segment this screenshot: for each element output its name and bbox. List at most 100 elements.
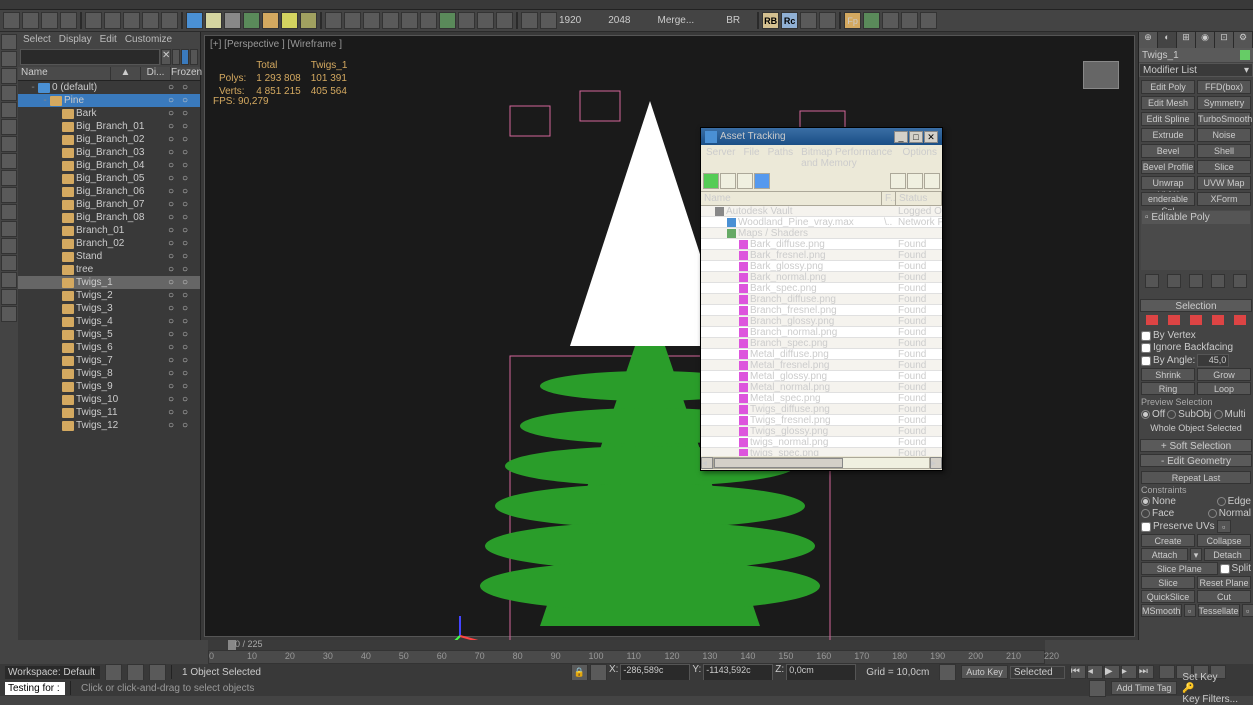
tree-row[interactable]: Big_Branch_06 ○○ xyxy=(18,185,200,198)
time-ruler[interactable]: 0102030405060708090100110120130140150160… xyxy=(208,650,1045,664)
asset-row[interactable]: Metal_spec.png Found xyxy=(701,393,942,404)
tree-row[interactable]: Twigs_6 ○○ xyxy=(18,341,200,354)
modifier-btn[interactable]: Symmetry xyxy=(1197,96,1251,110)
tree-row[interactable]: - Pine ○○ xyxy=(18,94,200,107)
asset-row[interactable]: Twigs_fresnel.png Found xyxy=(701,415,942,426)
viewport-label[interactable]: [+] [Perspective ] [Wireframe ] xyxy=(210,39,342,50)
asset-row[interactable]: Branch_diffuse.png Found xyxy=(701,294,942,305)
tree-row[interactable]: Big_Branch_01 ○○ xyxy=(18,120,200,133)
filter-clear[interactable]: ✕ xyxy=(161,49,171,65)
asset-row[interactable]: Branch_glossy.png Found xyxy=(701,316,942,327)
modify-tab[interactable]: ◐ xyxy=(1158,32,1177,48)
merge-btn[interactable]: Merge... xyxy=(658,15,695,26)
asset-row[interactable]: Branch_normal.png Found xyxy=(701,327,942,338)
close-btn[interactable]: ✕ xyxy=(924,131,938,143)
modifier-btn[interactable]: UVW Map xyxy=(1197,176,1251,190)
modifier-btn[interactable]: Bevel xyxy=(1141,144,1195,158)
asset-row[interactable]: Twigs_diffuse.png Found xyxy=(701,404,942,415)
modifier-btn[interactable]: Shell xyxy=(1197,144,1251,158)
tree-row[interactable]: Stand ○○ xyxy=(18,250,200,263)
asset-row[interactable]: Branch_spec.png Found xyxy=(701,338,942,349)
asset-row[interactable]: Metal_normal.png Found xyxy=(701,382,942,393)
asset-row[interactable]: Metal_glossy.png Found xyxy=(701,371,942,382)
modifier-btn[interactable]: Edit Mesh xyxy=(1141,96,1195,110)
tree-row[interactable]: Twigs_12 ○○ xyxy=(18,419,200,432)
asset-row[interactable]: Metal_diffuse.png Found xyxy=(701,349,942,360)
asset-row[interactable]: Autodesk Vault Logged Out xyxy=(701,206,942,217)
modifier-btn[interactable]: Noise xyxy=(1197,128,1251,142)
workspace-dd[interactable]: Workspace: Default xyxy=(5,666,100,679)
asset-menu-item[interactable]: Options xyxy=(903,147,937,169)
tree-row[interactable]: tree ○○ xyxy=(18,263,200,276)
time-slider[interactable] xyxy=(208,640,1045,650)
tree-row[interactable]: - 0 (default) ○○ xyxy=(18,81,200,94)
filter-input[interactable] xyxy=(20,49,160,65)
asset-row[interactable]: Twigs_glossy.png Found xyxy=(701,426,942,437)
autokey-btn[interactable]: Auto Key xyxy=(961,665,1008,679)
asset-row[interactable]: Bark_glossy.png Found xyxy=(701,261,942,272)
modifier-btn[interactable]: enderable Spl xyxy=(1141,192,1195,206)
asset-row[interactable]: Woodland_Pine_vray.max \..Network Path xyxy=(701,217,942,228)
tree-row[interactable]: Twigs_5 ○○ xyxy=(18,328,200,341)
tree-row[interactable]: Twigs_10 ○○ xyxy=(18,393,200,406)
tree-row[interactable]: Twigs_7 ○○ xyxy=(18,354,200,367)
modifier-btn[interactable]: Slice xyxy=(1197,160,1251,174)
modifier-btn[interactable]: XForm xyxy=(1197,192,1251,206)
asset-row[interactable]: Metal_fresnel.png Found xyxy=(701,360,942,371)
asset-row[interactable]: Bark_spec.png Found xyxy=(701,283,942,294)
play-btn[interactable]: ▶ xyxy=(1104,665,1120,679)
tree-row[interactable]: Big_Branch_08 ○○ xyxy=(18,211,200,224)
color-swatch[interactable] xyxy=(1240,50,1250,60)
asset-row[interactable]: Bark_diffuse.png Found xyxy=(701,239,942,250)
tree-row[interactable]: Big_Branch_07 ○○ xyxy=(18,198,200,211)
maxscript-input[interactable]: Testing for : xyxy=(5,682,65,695)
tree-row[interactable]: Twigs_9 ○○ xyxy=(18,380,200,393)
asset-row[interactable]: twigs_normal.png Found xyxy=(701,437,942,448)
modifier-btn[interactable]: Extrude xyxy=(1141,128,1195,142)
modifier-btn[interactable]: Bevel Profile xyxy=(1141,160,1195,174)
time-tag[interactable]: Add Time Tag xyxy=(1111,681,1178,695)
tree-row[interactable]: Twigs_1 ○○ xyxy=(18,276,200,289)
tree-row[interactable]: Branch_02 ○○ xyxy=(18,237,200,250)
maximize-btn[interactable]: □ xyxy=(909,131,923,143)
lock-icon[interactable]: 🔒 xyxy=(571,664,588,681)
setkey-btn[interactable]: Set Key xyxy=(1182,672,1238,683)
viewcube[interactable] xyxy=(1083,61,1119,89)
tree-row[interactable]: Twigs_2 ○○ xyxy=(18,289,200,302)
tree-row[interactable]: Big_Branch_04 ○○ xyxy=(18,159,200,172)
window-titlebar[interactable]: Asset Tracking _□✕ xyxy=(701,128,942,145)
modifier-btn[interactable]: TurboSmooth xyxy=(1197,112,1251,126)
menu-edit[interactable]: Edit xyxy=(100,34,117,45)
asset-menu-item[interactable]: Paths xyxy=(768,147,794,169)
menu-select[interactable]: Select xyxy=(23,34,51,45)
asset-row[interactable]: Bark_normal.png Found xyxy=(701,272,942,283)
tree-row[interactable]: Twigs_11 ○○ xyxy=(18,406,200,419)
play-start[interactable]: ⏮ xyxy=(1070,665,1086,679)
tool-btn[interactable] xyxy=(3,12,20,29)
menu-customize[interactable]: Customize xyxy=(125,34,172,45)
modifier-btn[interactable]: Edit Spline xyxy=(1141,112,1195,126)
modifier-list[interactable]: Modifier List▾ xyxy=(1139,63,1253,77)
asset-menu-item[interactable]: Server xyxy=(706,147,735,169)
asset-menu-item[interactable]: File xyxy=(743,147,759,169)
modifier-btn[interactable]: Unwrap UVW xyxy=(1141,176,1195,190)
asset-row[interactable]: Maps / Shaders xyxy=(701,228,942,239)
asset-row[interactable]: twigs_spec.png Found xyxy=(701,448,942,456)
tree-row[interactable]: Twigs_8 ○○ xyxy=(18,367,200,380)
asset-row[interactable]: Bark_fresnel.png Found xyxy=(701,250,942,261)
tree-row[interactable]: Bark ○○ xyxy=(18,107,200,120)
selection-rollout[interactable]: Selection xyxy=(1140,299,1252,312)
menu-display[interactable]: Display xyxy=(59,34,92,45)
tree-row[interactable]: Big_Branch_03 ○○ xyxy=(18,146,200,159)
tree-row[interactable]: Twigs_3 ○○ xyxy=(18,302,200,315)
minimize-btn[interactable]: _ xyxy=(894,131,908,143)
modifier-btn[interactable]: FFD(box) xyxy=(1197,80,1251,94)
modifier-btn[interactable]: Edit Poly xyxy=(1141,80,1195,94)
asset-row[interactable]: Branch_fresnel.png Found xyxy=(701,305,942,316)
tree-row[interactable]: Branch_01 ○○ xyxy=(18,224,200,237)
viewport[interactable]: [+] [Perspective ] [Wireframe ] TotalTwi… xyxy=(204,35,1135,637)
tree-row[interactable]: Big_Branch_05 ○○ xyxy=(18,172,200,185)
asset-menu-item[interactable]: Bitmap Performance and Memory xyxy=(801,147,894,169)
tree-row[interactable]: Twigs_4 ○○ xyxy=(18,315,200,328)
tree-row[interactable]: Big_Branch_02 ○○ xyxy=(18,133,200,146)
